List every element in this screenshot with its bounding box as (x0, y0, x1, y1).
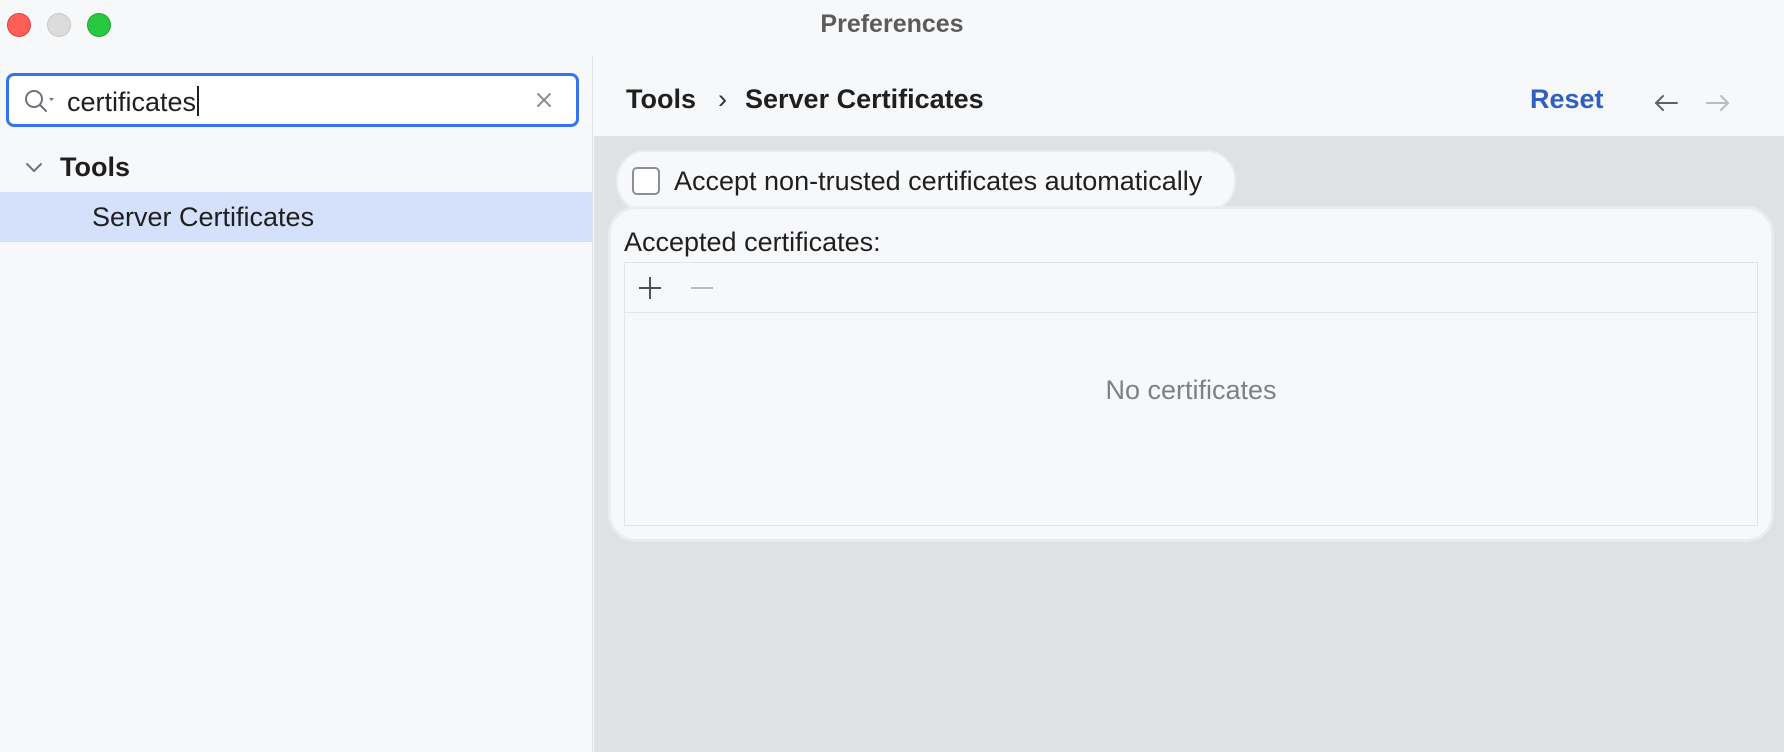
accepted-certificates-label: Accepted certificates: (624, 227, 881, 257)
search-input[interactable]: certificates (67, 86, 200, 118)
settings-content: Tools › Server Certificates Reset Accept n… (594, 56, 1784, 752)
reset-button[interactable]: Reset (1530, 84, 1604, 115)
tree-item-server-certificates[interactable]: Server Certificates (0, 192, 592, 242)
add-icon[interactable] (637, 275, 663, 301)
accept-untrusted-label[interactable]: Accept non-trusted certificates automati… (674, 166, 1202, 197)
settings-sidebar: certificates Tools Server Certificates (0, 56, 593, 752)
search-input-value[interactable]: certificates (67, 87, 196, 117)
preferences-window: Preferences certificates Tools Server Ce… (0, 0, 1784, 752)
settings-search-field[interactable]: certificates (6, 73, 579, 127)
close-icon[interactable] (534, 90, 554, 110)
accepted-certificates-panel: Accepted certificates: No certificates (608, 206, 1774, 542)
tree-label-tools[interactable]: Tools (60, 152, 130, 183)
text-caret (197, 86, 200, 116)
accept-untrusted-checkbox[interactable] (632, 167, 660, 195)
breadcrumb-separator: › (718, 84, 727, 114)
title-bar: Preferences (0, 0, 1784, 50)
back-arrow-icon[interactable] (1652, 92, 1680, 114)
remove-icon[interactable] (689, 275, 715, 301)
breadcrumb: Tools › Server Certificates (626, 84, 984, 115)
settings-header: Tools › Server Certificates Reset (594, 56, 1784, 136)
breadcrumb-parent[interactable]: Tools (626, 84, 696, 114)
chevron-down-icon[interactable] (24, 160, 44, 174)
empty-state-text: No certificates (1105, 375, 1277, 405)
tree-label-server-certificates[interactable]: Server Certificates (92, 202, 314, 233)
search-icon[interactable] (23, 88, 59, 114)
forward-arrow-icon[interactable] (1704, 92, 1732, 114)
tree-item-tools[interactable]: Tools (0, 142, 592, 192)
window-title: Preferences (820, 10, 964, 38)
accept-untrusted-option[interactable]: Accept non-trusted certificates automati… (616, 150, 1236, 212)
certificates-toolbar (625, 263, 1757, 313)
breadcrumb-current: Server Certificates (745, 84, 984, 114)
certificates-list[interactable]: No certificates (624, 262, 1758, 526)
